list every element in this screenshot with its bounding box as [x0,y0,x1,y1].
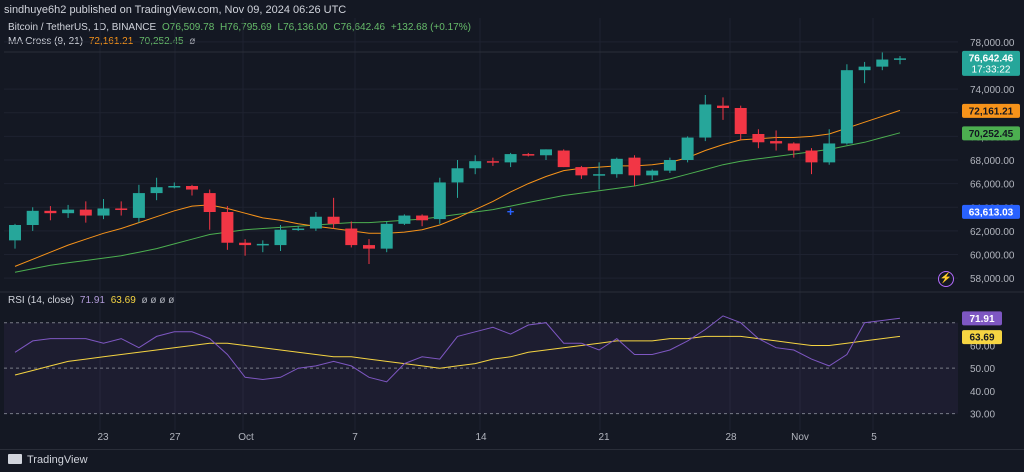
candle-body[interactable] [699,104,712,138]
candle-body[interactable] [292,228,305,231]
candle-body[interactable] [203,193,216,212]
tradingview-chart: sindhuye6h2 published on TradingView.com… [0,0,1024,472]
candle-body[interactable] [734,108,747,134]
candle-body[interactable] [433,182,446,220]
candle-body[interactable] [132,193,145,218]
candle-body[interactable] [380,223,393,249]
time-tick-label: 7 [352,432,358,443]
last-price-badge: 76,642.46 [969,53,1014,64]
rsi-badge: 71.91 [969,314,994,325]
candle-body[interactable] [345,228,358,246]
candle-body[interactable] [823,143,836,163]
candle-body[interactable] [168,186,181,188]
candle-body[interactable] [681,137,694,160]
rsi-tick-label: 40.00 [970,387,995,398]
candle-body[interactable] [504,154,517,163]
rsi-tick-label: 50.00 [970,364,995,375]
candle-body[interactable] [610,158,623,175]
candle-body[interactable] [97,208,110,216]
candle-body[interactable] [44,210,57,214]
price-tick-label: 58,000.00 [970,274,1015,285]
rsi-tick-label: 30.00 [970,410,995,421]
crosshair-icon: + [507,204,515,219]
candle-body[interactable] [239,242,252,246]
ma-slow-line [14,132,901,273]
candle-body[interactable] [256,243,269,246]
candle-body[interactable] [398,215,411,224]
candle-body[interactable] [221,212,234,243]
lightning-icon[interactable]: ⚡ [938,271,954,287]
candle-body[interactable] [894,58,906,60]
candle-body[interactable] [787,143,800,151]
footer-bar: TradingView [0,449,1024,472]
chart-canvas[interactable]: + 78,000.0074,000.0072,000.0070,000.0068… [0,0,1024,450]
candle-body[interactable] [469,161,482,169]
time-tick-label: 14 [475,432,487,443]
time-tick-label: 27 [169,432,181,443]
ma-slow-badge: 70,252.45 [969,129,1014,140]
tradingview-logo[interactable]: TradingView [8,454,88,466]
candle-body[interactable] [486,161,499,163]
candle-body[interactable] [79,209,92,216]
candle-body[interactable] [363,245,375,249]
price-tick-label: 68,000.00 [970,156,1015,167]
time-tick-label: 5 [871,432,877,443]
candle-body[interactable] [557,150,570,168]
candle-body[interactable] [858,66,871,71]
brand-label: TradingView [27,454,88,466]
candle-body[interactable] [186,186,198,190]
candle-body[interactable] [274,229,287,246]
rsi-ma-badge: 63.69 [969,333,994,344]
candle-body[interactable] [327,216,340,224]
candle-body[interactable] [522,154,535,156]
time-tick-label: 21 [598,432,610,443]
candle-body[interactable] [540,149,552,156]
time-tick-label: 28 [725,432,737,443]
price-tick-label: 60,000.00 [970,251,1015,262]
candle-body[interactable] [717,105,729,108]
candle-body[interactable] [150,187,163,194]
time-tick-label: 23 [97,432,109,443]
candle-body[interactable] [309,216,322,229]
candle-body[interactable] [840,70,853,144]
price-tick-label: 74,000.00 [970,85,1015,96]
candle-body[interactable] [646,170,659,176]
candle-body[interactable] [663,160,676,171]
candle-body[interactable] [752,134,765,143]
candle-body[interactable] [26,210,39,225]
price-tick-label: 66,000.00 [970,180,1015,191]
candle-body[interactable] [115,208,128,210]
candle-body[interactable] [770,141,783,144]
ma-fast-badge: 72,161.21 [969,106,1014,117]
cursor-price-badge: 63,613.03 [969,207,1014,218]
candle-body[interactable] [593,174,606,176]
time-tick-label: Oct [238,432,254,443]
candle-body[interactable] [62,209,75,214]
candle-body[interactable] [628,157,641,176]
candle-body[interactable] [416,215,429,221]
price-tick-label: 62,000.00 [970,227,1015,238]
candle-body[interactable] [9,225,21,241]
candle-body[interactable] [805,150,818,163]
candle-body[interactable] [876,59,889,67]
time-tick-label: Nov [791,432,809,443]
countdown-badge: 17:33:22 [972,64,1011,75]
candle-body[interactable] [451,168,464,183]
price-tick-label: 78,000.00 [970,38,1015,49]
tv-logo-icon [8,454,22,464]
candle-body[interactable] [575,167,588,176]
